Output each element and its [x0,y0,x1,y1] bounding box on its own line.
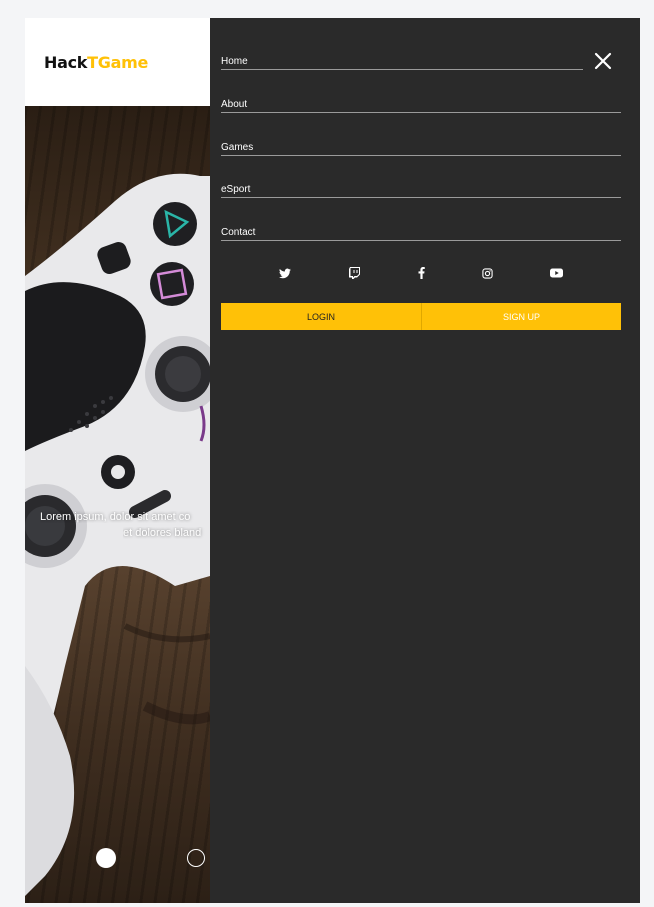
logo-part-1: Hack [44,53,88,72]
twitch-icon[interactable] [347,266,361,280]
signup-button[interactable]: SIGN UP [421,303,621,330]
slider-dot-active[interactable] [96,848,116,868]
instagram-icon[interactable] [480,266,494,280]
twitter-icon[interactable] [278,266,292,280]
menu-panel: Home About Games eSport Contact LOGIN SI… [210,18,640,903]
app-frame: HackTGame Lorem ipsum, dolor sit amet co… [25,18,640,903]
brand-bar: HackTGame [25,18,210,106]
logo-part-2: TGame [87,53,148,72]
gamepad-image [25,173,210,896]
nav-item-contact[interactable]: Contact [221,227,621,241]
social-links [221,266,621,286]
nav-item-esport[interactable]: eSport [221,184,621,198]
youtube-icon[interactable] [549,266,563,280]
hero-text-line-1: Lorem ipsum, dolor sit amet co [40,511,191,523]
close-icon[interactable] [594,52,612,70]
login-button[interactable]: LOGIN [221,303,421,330]
nav-item-about[interactable]: About [221,99,621,113]
nav-item-home[interactable]: Home [221,56,583,70]
hero-text-line-2: et dolores bland [123,527,202,539]
logo[interactable]: HackTGame [44,53,148,72]
facebook-icon[interactable] [414,266,428,280]
slider-dot[interactable] [187,849,205,867]
hero-slider: Lorem ipsum, dolor sit amet co et dolore… [25,106,210,903]
nav-item-games[interactable]: Games [221,142,621,156]
